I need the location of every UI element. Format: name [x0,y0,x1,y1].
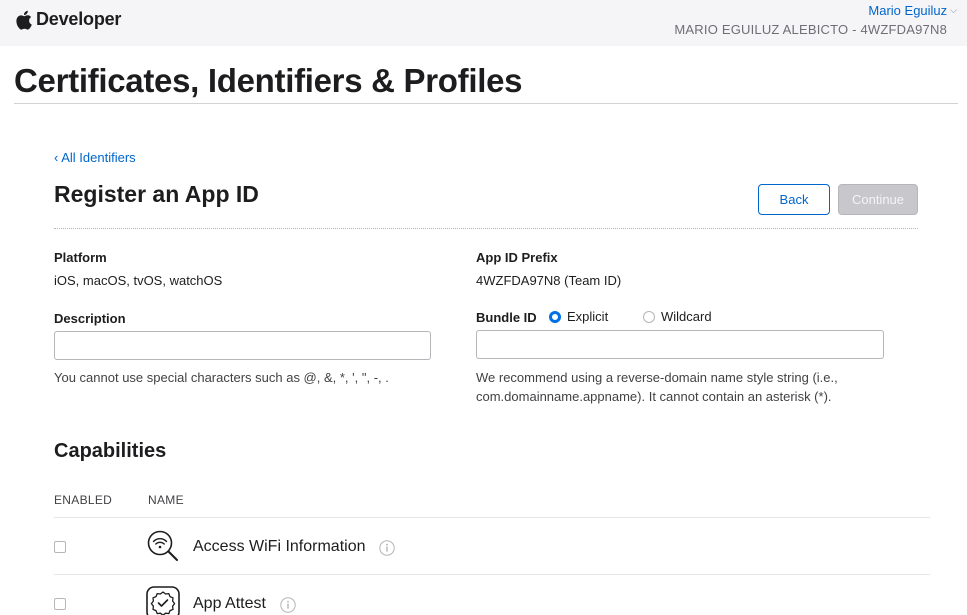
app-id-prefix-value: 4WZFDA97N8 (Team ID) [476,273,622,288]
account-name: Mario Eguiluz [868,3,948,18]
platform-value: iOS, macOS, tvOS, watchOS [54,273,223,288]
app-attest-enabled-checkbox[interactable] [54,598,66,610]
section-title: Register an App ID [54,181,259,207]
access-wifi-enabled-checkbox[interactable] [54,541,66,553]
section-divider [54,228,918,229]
wildcard-option-label: Wildcard [661,309,712,324]
bundle-id-label: Bundle ID [476,310,537,325]
info-icon[interactable] [280,597,296,613]
radio-unselected-icon [643,310,655,323]
info-icon[interactable] [379,540,395,556]
chevron-down-icon: ⌵ [950,5,957,15]
all-identifiers-link[interactable]: ‹ All Identifiers [54,150,136,165]
row-divider [54,574,930,575]
name-column-header: NAME [148,493,184,507]
back-button[interactable]: Back [758,184,830,215]
brand-text: Developer [36,9,122,29]
bundle-id-hint-line-1: We recommend using a reverse-domain name… [476,370,838,385]
apple-logo-icon [16,10,32,30]
bundle-id-hint-line-2: com.domainname.appname). It cannot conta… [476,389,832,404]
bundle-id-input[interactable] [476,330,884,359]
description-label: Description [54,311,126,326]
global-header: Developer Mario Eguiluz ⌵ MARIO EGUILUZ … [0,0,967,46]
description-hint: You cannot use special characters such a… [54,370,389,385]
bundle-id-wildcard-radio[interactable]: Wildcard [643,309,712,324]
app-attest-name: App Attest [193,595,266,612]
account-menu[interactable]: Mario Eguiluz ⌵ [868,3,957,18]
bundle-id-explicit-radio[interactable]: Explicit [549,309,608,324]
team-identifier: MARIO EGUILUZ ALEBICTO - 4WZFDA97N8 [674,22,947,37]
enabled-column-header: ENABLED [54,493,113,507]
platform-label: Platform [54,250,107,265]
header-row-divider [54,517,930,518]
capabilities-title: Capabilities [54,440,167,462]
wifi-search-icon [147,530,178,561]
app-id-prefix-label: App ID Prefix [476,250,558,265]
continue-button[interactable]: Continue [838,184,918,215]
title-divider [14,103,958,104]
verified-badge-icon [146,586,180,615]
access-wifi-name: Access WiFi Information [193,538,366,555]
description-input[interactable] [54,331,431,360]
explicit-option-label: Explicit [567,309,609,324]
bundle-id-hint: We recommend using a reverse-domain name… [476,368,838,406]
radio-selected-icon [549,310,561,323]
developer-brand[interactable]: Developer [15,9,121,30]
page-title: Certificates, Identifiers & Profiles [14,62,523,99]
